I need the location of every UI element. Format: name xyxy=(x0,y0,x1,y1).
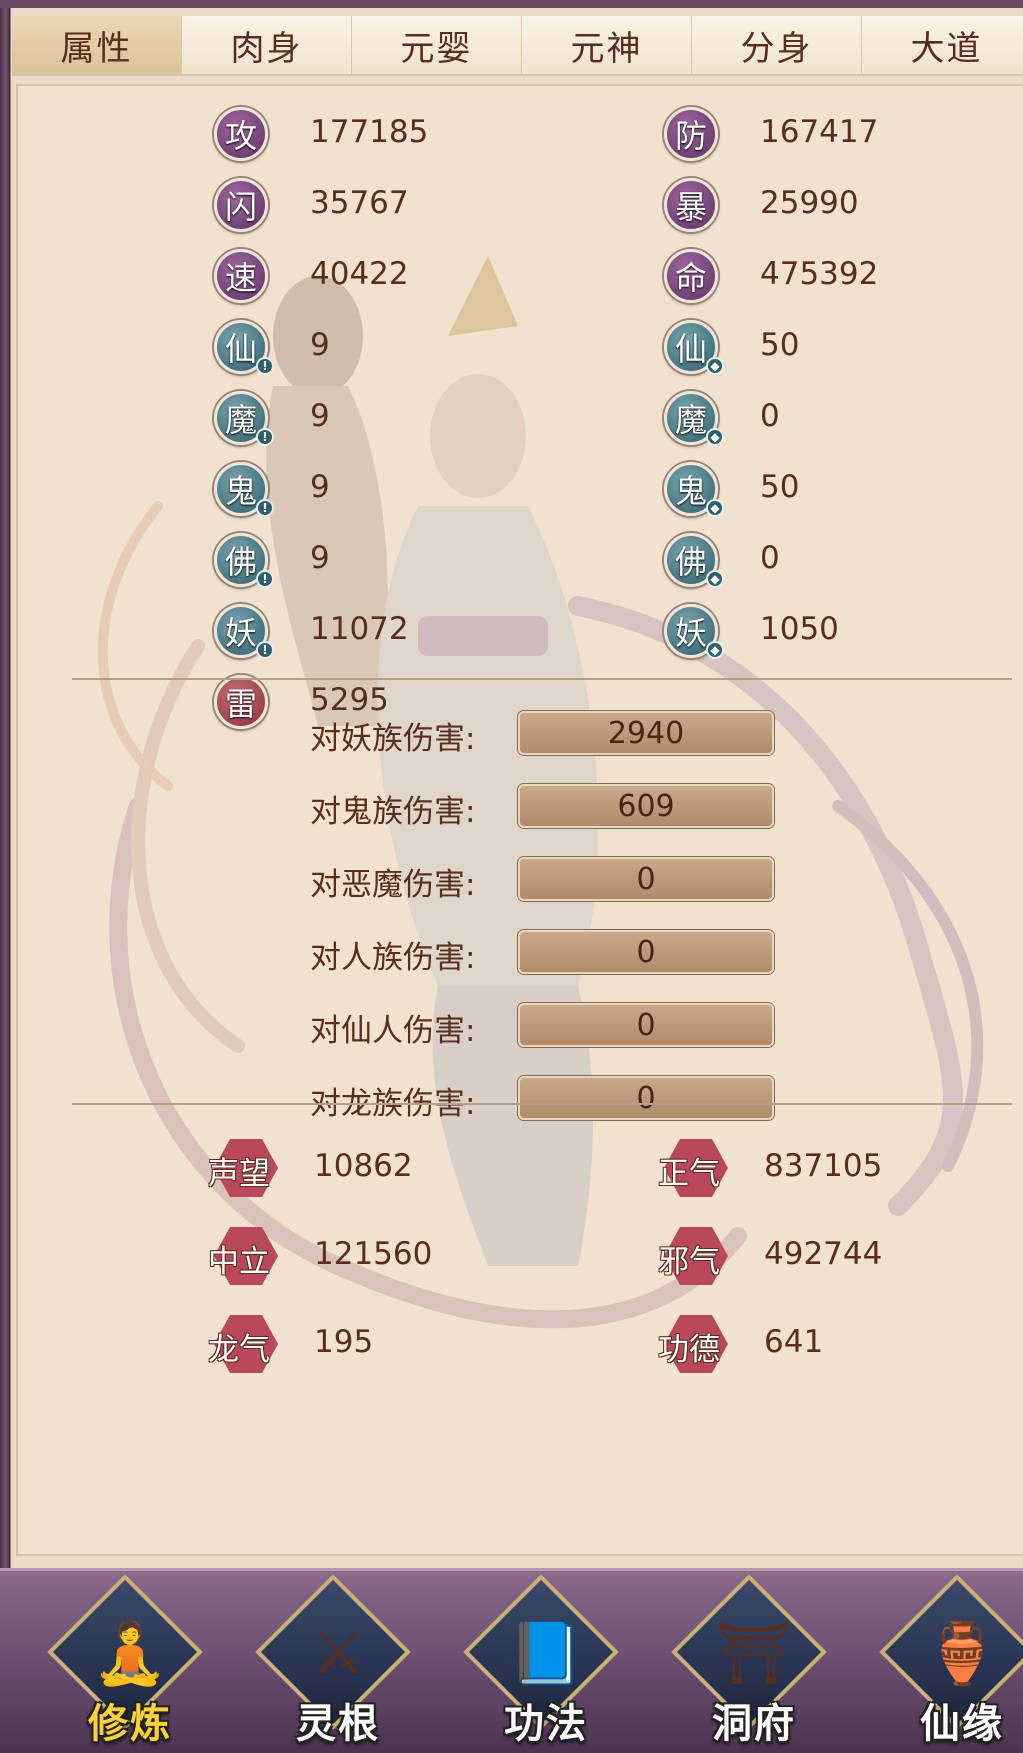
nav-label: 洞府 xyxy=(712,1701,796,1747)
shield-icon: ◆ xyxy=(706,570,724,588)
reputation-label: 邪气 xyxy=(658,1244,720,1280)
damage-label: 对仙人伤害: xyxy=(310,1013,476,1049)
divider xyxy=(72,678,1012,680)
stat-value: 9 xyxy=(310,469,330,505)
nav-button-0[interactable]: 🧘 修炼 xyxy=(47,1574,210,1751)
shield-icon: ◆ xyxy=(706,499,724,517)
stat-value: 0 xyxy=(760,398,780,434)
reputation-label: 功德 xyxy=(658,1332,720,1368)
tab-bar: 属性 肉身 元婴 元神 分身 大道 xyxy=(12,16,1023,76)
damage-label: 对恶魔伤害: xyxy=(310,867,476,903)
stat-value: 50 xyxy=(760,469,800,505)
reputation-label: 声望 xyxy=(208,1156,270,1192)
book-icon: 📘 xyxy=(508,1618,584,1689)
reputation-value: 195 xyxy=(314,1324,374,1360)
nav-button-4[interactable]: 🏺 仙缘 xyxy=(879,1574,1023,1751)
stat-badge: 暴 xyxy=(664,178,718,232)
stat-value: 167417 xyxy=(760,114,879,150)
reputation-label: 中立 xyxy=(208,1244,270,1280)
stat-badge: 雷 xyxy=(214,675,268,729)
damage-value-box: 609 xyxy=(518,784,774,828)
shield-icon: ◆ xyxy=(706,641,724,659)
reputation-value: 121560 xyxy=(314,1236,433,1272)
stat-value: 0 xyxy=(760,540,780,576)
stat-value: 11072 xyxy=(310,611,409,647)
stat-value: 40422 xyxy=(310,256,409,292)
damage-label: 对鬼族伤害: xyxy=(310,794,476,830)
shield-icon: ◆ xyxy=(706,357,724,375)
tab-3[interactable]: 元神 xyxy=(522,16,692,74)
damage-value-box: 2940 xyxy=(518,711,774,755)
damage-label: 对人族伤害: xyxy=(310,940,476,976)
stat-value: 9 xyxy=(310,327,330,363)
tab-1[interactable]: 肉身 xyxy=(182,16,352,74)
nav-button-2[interactable]: 📘 功法 xyxy=(463,1574,626,1751)
damage-value-box: 0 xyxy=(518,1003,774,1047)
resist-alert-icon: ! xyxy=(256,357,274,375)
gourd-icon: 🏺 xyxy=(924,1618,1000,1689)
tab-2[interactable]: 元婴 xyxy=(352,16,522,74)
nav-label: 仙缘 xyxy=(920,1701,1004,1747)
stat-value: 9 xyxy=(310,398,330,434)
stat-value: 177185 xyxy=(310,114,429,150)
sword-icon: ⚔ xyxy=(311,1618,365,1688)
damage-label: 对龙族伤害: xyxy=(310,1086,476,1122)
damage-label: 对妖族伤害: xyxy=(310,721,476,757)
monk-icon: 🧘 xyxy=(92,1618,168,1689)
nav-button-1[interactable]: ⚔ 灵根 xyxy=(255,1574,418,1751)
divider xyxy=(72,1103,1012,1105)
stat-value: 35767 xyxy=(310,185,409,221)
reputation-value: 641 xyxy=(764,1324,824,1360)
resist-alert-icon: ! xyxy=(256,428,274,446)
pagoda-icon: ⛩ xyxy=(715,1618,793,1689)
stat-badge: 攻 xyxy=(214,107,268,161)
shield-icon: ◆ xyxy=(706,428,724,446)
nav-label: 修炼 xyxy=(88,1701,172,1747)
stat-value: 25990 xyxy=(760,185,859,221)
stat-badge: 速 xyxy=(214,249,268,303)
tab-0[interactable]: 属性 xyxy=(12,16,182,74)
damage-value-box: 0 xyxy=(518,930,774,974)
stat-value: 1050 xyxy=(760,611,839,647)
top-bar xyxy=(0,0,1023,8)
stat-badge: 防 xyxy=(664,107,718,161)
reputation-label: 龙气 xyxy=(208,1332,270,1368)
bottom-nav: 🧘 修炼 ⚔ 灵根 📘 功法 ⛩ 洞府 🏺 仙缘 xyxy=(0,1568,1023,1753)
damage-value-box: 0 xyxy=(518,1076,774,1120)
reputation-label: 正气 xyxy=(658,1156,720,1192)
resist-alert-icon: ! xyxy=(256,499,274,517)
resist-alert-icon: ! xyxy=(256,570,274,588)
stat-value: 475392 xyxy=(760,256,879,292)
reputation-value: 10862 xyxy=(314,1148,413,1184)
damage-value-box: 0 xyxy=(518,857,774,901)
resist-alert-icon: ! xyxy=(256,641,274,659)
stat-value: 50 xyxy=(760,327,800,363)
stat-badge: 命 xyxy=(664,249,718,303)
reputation-value: 837105 xyxy=(764,1148,883,1184)
reputation-value: 492744 xyxy=(764,1236,883,1272)
nav-button-3[interactable]: ⛩ 洞府 xyxy=(671,1574,834,1751)
stat-value: 9 xyxy=(310,540,330,576)
nav-label: 灵根 xyxy=(296,1701,380,1747)
attribute-panel: 攻 177185 闪 35767 速 40422 仙! 9 魔! 9 鬼! 9 佛! 9 妖! 11072 雷 5… xyxy=(16,84,1023,1556)
nav-label: 功法 xyxy=(504,1701,588,1747)
tab-5[interactable]: 大道 xyxy=(862,16,1023,74)
tab-4[interactable]: 分身 xyxy=(692,16,862,74)
stat-badge: 闪 xyxy=(214,178,268,232)
